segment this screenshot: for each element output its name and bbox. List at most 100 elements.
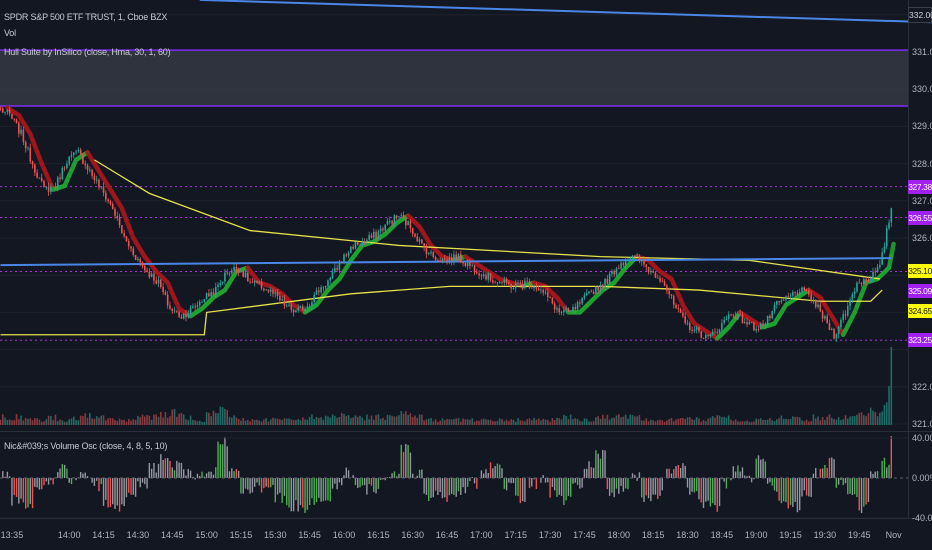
- volume-bar: [253, 419, 256, 425]
- candle-body: [182, 313, 185, 319]
- candle-body: [68, 156, 70, 164]
- volume-bar: [155, 414, 158, 425]
- volume-bar: [629, 414, 632, 425]
- volume-bar: [276, 418, 279, 425]
- volume-bar: [212, 410, 215, 425]
- volume-bar: [327, 416, 329, 425]
- volume-bar: [425, 419, 428, 425]
- volume-bar: [755, 418, 757, 425]
- candle-body: [176, 310, 178, 312]
- osc-bar: [602, 449, 604, 478]
- volume-bar: [473, 421, 476, 425]
- candle-body: [698, 327, 700, 332]
- candle-body: [787, 296, 790, 298]
- osc-bar: [615, 478, 618, 489]
- volume-bar: [350, 418, 352, 425]
- volume-bar: [650, 419, 652, 425]
- osc-legend[interactable]: Nic&#039;s Volume Osc (close, 4, 8, 5, 1…: [4, 441, 167, 451]
- candle-body: [540, 289, 542, 291]
- volume-bar: [659, 419, 661, 425]
- osc-bar: [43, 478, 45, 486]
- candle-body: [769, 315, 771, 319]
- candle-body: [778, 301, 780, 303]
- osc-bar: [776, 478, 778, 492]
- trendline: [199, 0, 932, 24]
- osc-bar: [212, 474, 215, 478]
- candle-body: [446, 259, 448, 262]
- volume-bar: [503, 421, 506, 425]
- candle-body: [730, 314, 732, 316]
- volume-bar: [824, 419, 826, 425]
- candle-body: [178, 311, 180, 317]
- candle-body: [615, 268, 618, 275]
- volume-bar: [242, 417, 245, 425]
- volume-bar: [583, 418, 586, 425]
- volume-legend[interactable]: Vol: [4, 28, 16, 38]
- osc-bar: [604, 450, 606, 478]
- candle-body: [203, 299, 206, 302]
- candle-body: [274, 292, 277, 294]
- time-tick-label: 14:00: [57, 530, 81, 540]
- volume-bar: [187, 420, 190, 425]
- symbol-legend[interactable]: SPDR S&P 500 ETF TRUST, 1, Cboe BZX: [4, 12, 167, 22]
- osc-bar: [867, 478, 870, 503]
- candle-body: [723, 319, 725, 323]
- hull-legend[interactable]: Hull Suite by InSilico (close, Hma, 30, …: [4, 47, 171, 57]
- candle-body: [402, 215, 405, 219]
- price-chart[interactable]: [0, 0, 932, 550]
- candle-body: [109, 201, 112, 204]
- osc-bar: [439, 478, 441, 493]
- volume-bar: [476, 420, 478, 425]
- volume-bar: [164, 412, 167, 425]
- osc-bar: [281, 478, 283, 503]
- osc-bar: [334, 478, 336, 484]
- volume-bar: [812, 414, 815, 425]
- candle-body: [776, 301, 778, 305]
- candle-body: [853, 291, 856, 295]
- candle-body: [498, 282, 501, 283]
- volume-bar: [398, 415, 400, 425]
- volume-bar: [363, 420, 366, 425]
- candle-body: [283, 299, 286, 306]
- osc-bar: [890, 436, 893, 478]
- candle-body: [352, 246, 354, 249]
- osc-bar: [661, 478, 664, 491]
- candle-body: [233, 266, 235, 271]
- candle-body: [650, 270, 652, 273]
- volume-bar: [82, 415, 84, 425]
- candle-body: [54, 186, 57, 189]
- candle-body: [98, 179, 100, 188]
- volume-bar: [656, 420, 659, 425]
- candle-body: [437, 259, 439, 261]
- volume-bar: [666, 420, 668, 425]
- osc-bar: [622, 478, 625, 492]
- osc-bar: [144, 478, 146, 485]
- volume-bar: [514, 421, 517, 425]
- candle-body: [608, 273, 611, 284]
- osc-bar: [631, 473, 634, 478]
- osc-bar: [176, 460, 178, 478]
- candle-body: [384, 224, 387, 231]
- candle-body: [805, 290, 808, 291]
- candle-body: [576, 302, 579, 310]
- volume-bar: [203, 421, 206, 425]
- osc-bar: [865, 478, 867, 505]
- osc-bar: [24, 478, 27, 509]
- osc-bar: [753, 478, 755, 480]
- candle-body: [551, 297, 554, 304]
- volume-bar: [478, 420, 480, 425]
- volume-bar: [59, 419, 61, 425]
- volume-bar: [858, 412, 861, 425]
- candle-body: [292, 309, 295, 313]
- candle-body: [629, 257, 632, 259]
- volume-bar: [157, 416, 160, 425]
- candle-body: [66, 163, 68, 168]
- volume-bar: [620, 417, 622, 425]
- osc-bar: [455, 478, 457, 497]
- ma-short-line: [0, 285, 883, 336]
- candle-body: [847, 305, 849, 316]
- candle-body: [492, 280, 494, 283]
- volume-bar: [292, 419, 295, 425]
- volume-bar: [828, 414, 831, 425]
- osc-bar: [244, 478, 247, 489]
